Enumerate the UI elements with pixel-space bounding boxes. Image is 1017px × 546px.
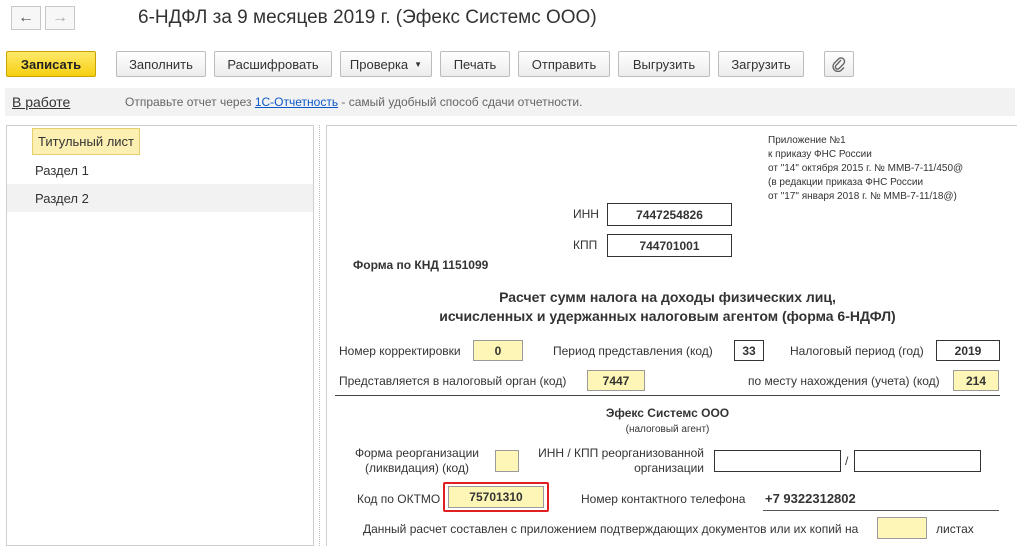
import-button[interactable]: Загрузить [718, 51, 804, 77]
correction-label: Номер корректировки [339, 344, 461, 358]
form-heading-2: исчисленных и удержанных налоговым агент… [439, 308, 896, 324]
title-page-form: Приложение №1 к приказу ФНС России от "1… [326, 125, 1017, 546]
correction-field[interactable]: 0 [473, 340, 523, 361]
section-item-label: Титульный лист [32, 127, 141, 155]
section-item-section-1[interactable]: Раздел 1 [7, 156, 313, 184]
form-heading-1: Расчет сумм налога на доходы физических … [499, 289, 836, 305]
check-dropdown-button[interactable]: Проверка ▼ [340, 51, 432, 77]
reorg-separator: / [845, 454, 849, 468]
phone-field[interactable]: +7 9322312802 [765, 491, 856, 506]
info-bar: В работе Отправьте отчет через 1С-Отчетн… [5, 88, 1015, 116]
fill-button[interactable]: Заполнить [116, 51, 206, 77]
phone-underline [763, 510, 999, 511]
export-button[interactable]: Выгрузить [618, 51, 710, 77]
arrow-left-icon: ← [18, 9, 34, 26]
oktmo-label: Код по ОКТМО [357, 492, 441, 506]
agent-caption: (налоговый агент) [625, 424, 710, 435]
kpp-field[interactable]: 744701001 [607, 234, 732, 257]
period-label: Период представления (код) [553, 344, 713, 358]
phone-label: Номер контактного телефона [581, 492, 746, 506]
tax-period-label: Налоговый период (год) [790, 344, 924, 358]
inn-field[interactable]: 7447254826 [607, 203, 732, 226]
location-label: по месту нахождения (учета) (код) [748, 374, 940, 388]
reporting-link[interactable]: 1С-Отчетность [255, 95, 338, 109]
tax-org-label: Представляется в налоговый орган (код) [339, 374, 567, 388]
reorg-label: Форма реорганизации (ликвидация) (код) [355, 446, 479, 475]
tax-org-field[interactable]: 7447 [587, 370, 645, 391]
section-item-title-page[interactable]: Титульный лист [7, 126, 313, 156]
decode-button[interactable]: Расшифровать [214, 51, 332, 77]
pages-suffix: листах [936, 522, 974, 536]
back-button[interactable]: ← [11, 6, 41, 30]
window-title: 6-НДФЛ за 9 месяцев 2019 г. (Эфекс Систе… [138, 7, 597, 28]
reorg-field[interactable] [495, 450, 519, 472]
paperclip-icon [832, 57, 846, 72]
attach-button[interactable] [824, 51, 854, 77]
kpp-label: КПП [573, 238, 598, 252]
sections-panel: Титульный лист Раздел 1 Раздел 2 [6, 125, 314, 546]
knd-code: Форма по КНД 1151099 [353, 258, 489, 272]
pages-label: Данный расчет составлен с приложением по… [363, 522, 859, 536]
send-button[interactable]: Отправить [518, 51, 610, 77]
tax-period-field[interactable]: 2019 [936, 340, 1000, 361]
forward-button[interactable]: → [45, 6, 75, 30]
info-message: Отправьте отчет через 1С-Отчетность - са… [125, 95, 583, 109]
section-item-section-2[interactable]: Раздел 2 [7, 184, 313, 212]
divider [335, 395, 1000, 396]
period-field[interactable]: 33 [734, 340, 764, 361]
location-field[interactable]: 214 [953, 370, 999, 391]
print-button[interactable]: Печать [440, 51, 510, 77]
appendix-note: Приложение №1 к приказу ФНС России от "1… [768, 135, 964, 202]
check-label: Проверка [349, 56, 409, 72]
dropdown-arrow-icon: ▼ [414, 59, 423, 69]
panel-splitter[interactable] [319, 125, 321, 546]
oktmo-field[interactable]: 75701310 [448, 486, 544, 508]
save-button[interactable]: Записать [6, 51, 96, 77]
reorg-inn-label: ИНН / КПП реорганизованной организации [538, 446, 704, 475]
status-link[interactable]: В работе [12, 94, 70, 110]
pages-field[interactable] [877, 517, 927, 539]
reorg-kpp-field[interactable] [854, 450, 981, 472]
agent-name: Эфекс Системс ООО [605, 406, 730, 420]
reorg-inn-field[interactable] [714, 450, 841, 472]
inn-label: ИНН [573, 207, 599, 221]
arrow-right-icon: → [52, 9, 68, 26]
